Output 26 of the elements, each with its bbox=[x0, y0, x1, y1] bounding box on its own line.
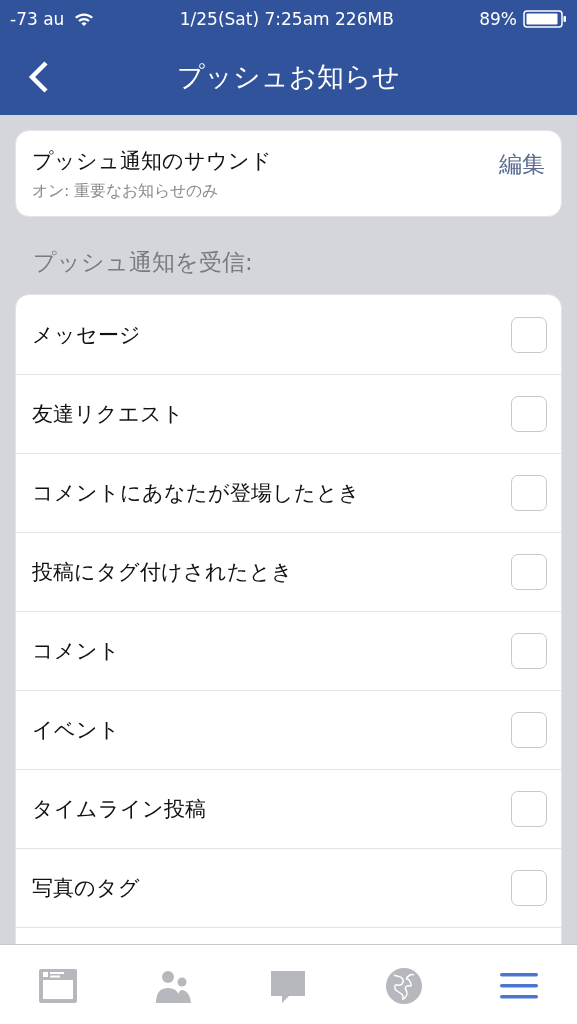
checkbox[interactable] bbox=[511, 791, 547, 827]
setting-label: イベント bbox=[32, 717, 120, 744]
checkbox[interactable] bbox=[511, 396, 547, 432]
setting-label: 投稿にタグ付けされたとき bbox=[32, 559, 293, 586]
edit-link[interactable]: 編集 bbox=[499, 149, 545, 180]
checkbox[interactable] bbox=[511, 316, 547, 353]
battery-icon bbox=[523, 10, 567, 28]
sound-subtitle: オン: 重要なお知らせのみ bbox=[32, 181, 220, 202]
checkbox[interactable] bbox=[511, 870, 547, 906]
setting-label: コメントにあなたが登場したとき bbox=[32, 480, 360, 507]
wifi-icon bbox=[74, 11, 95, 27]
setting-label: 友達リクエスト bbox=[32, 401, 184, 428]
setting-label: 写真のタグ bbox=[32, 875, 140, 902]
status-text: 1/25(Sat) 7:25am 226MB bbox=[179, 9, 394, 29]
section-header: プッシュ通知を受信: bbox=[32, 248, 254, 277]
checkbox[interactable] bbox=[511, 712, 547, 748]
carrier-signal: -73 au bbox=[10, 9, 65, 29]
sound-title: プッシュ通知のサウンド bbox=[32, 148, 272, 175]
checkbox[interactable] bbox=[511, 475, 547, 511]
checkbox[interactable] bbox=[511, 554, 547, 590]
battery-percent: 89% bbox=[479, 9, 517, 29]
setting-label: メッセージ bbox=[32, 321, 141, 349]
checkbox[interactable] bbox=[511, 633, 547, 669]
setting-label: コメント bbox=[32, 638, 120, 665]
setting-label: タイムライン投稿 bbox=[32, 796, 206, 823]
page-title: プッシュお知らせ bbox=[177, 59, 400, 94]
